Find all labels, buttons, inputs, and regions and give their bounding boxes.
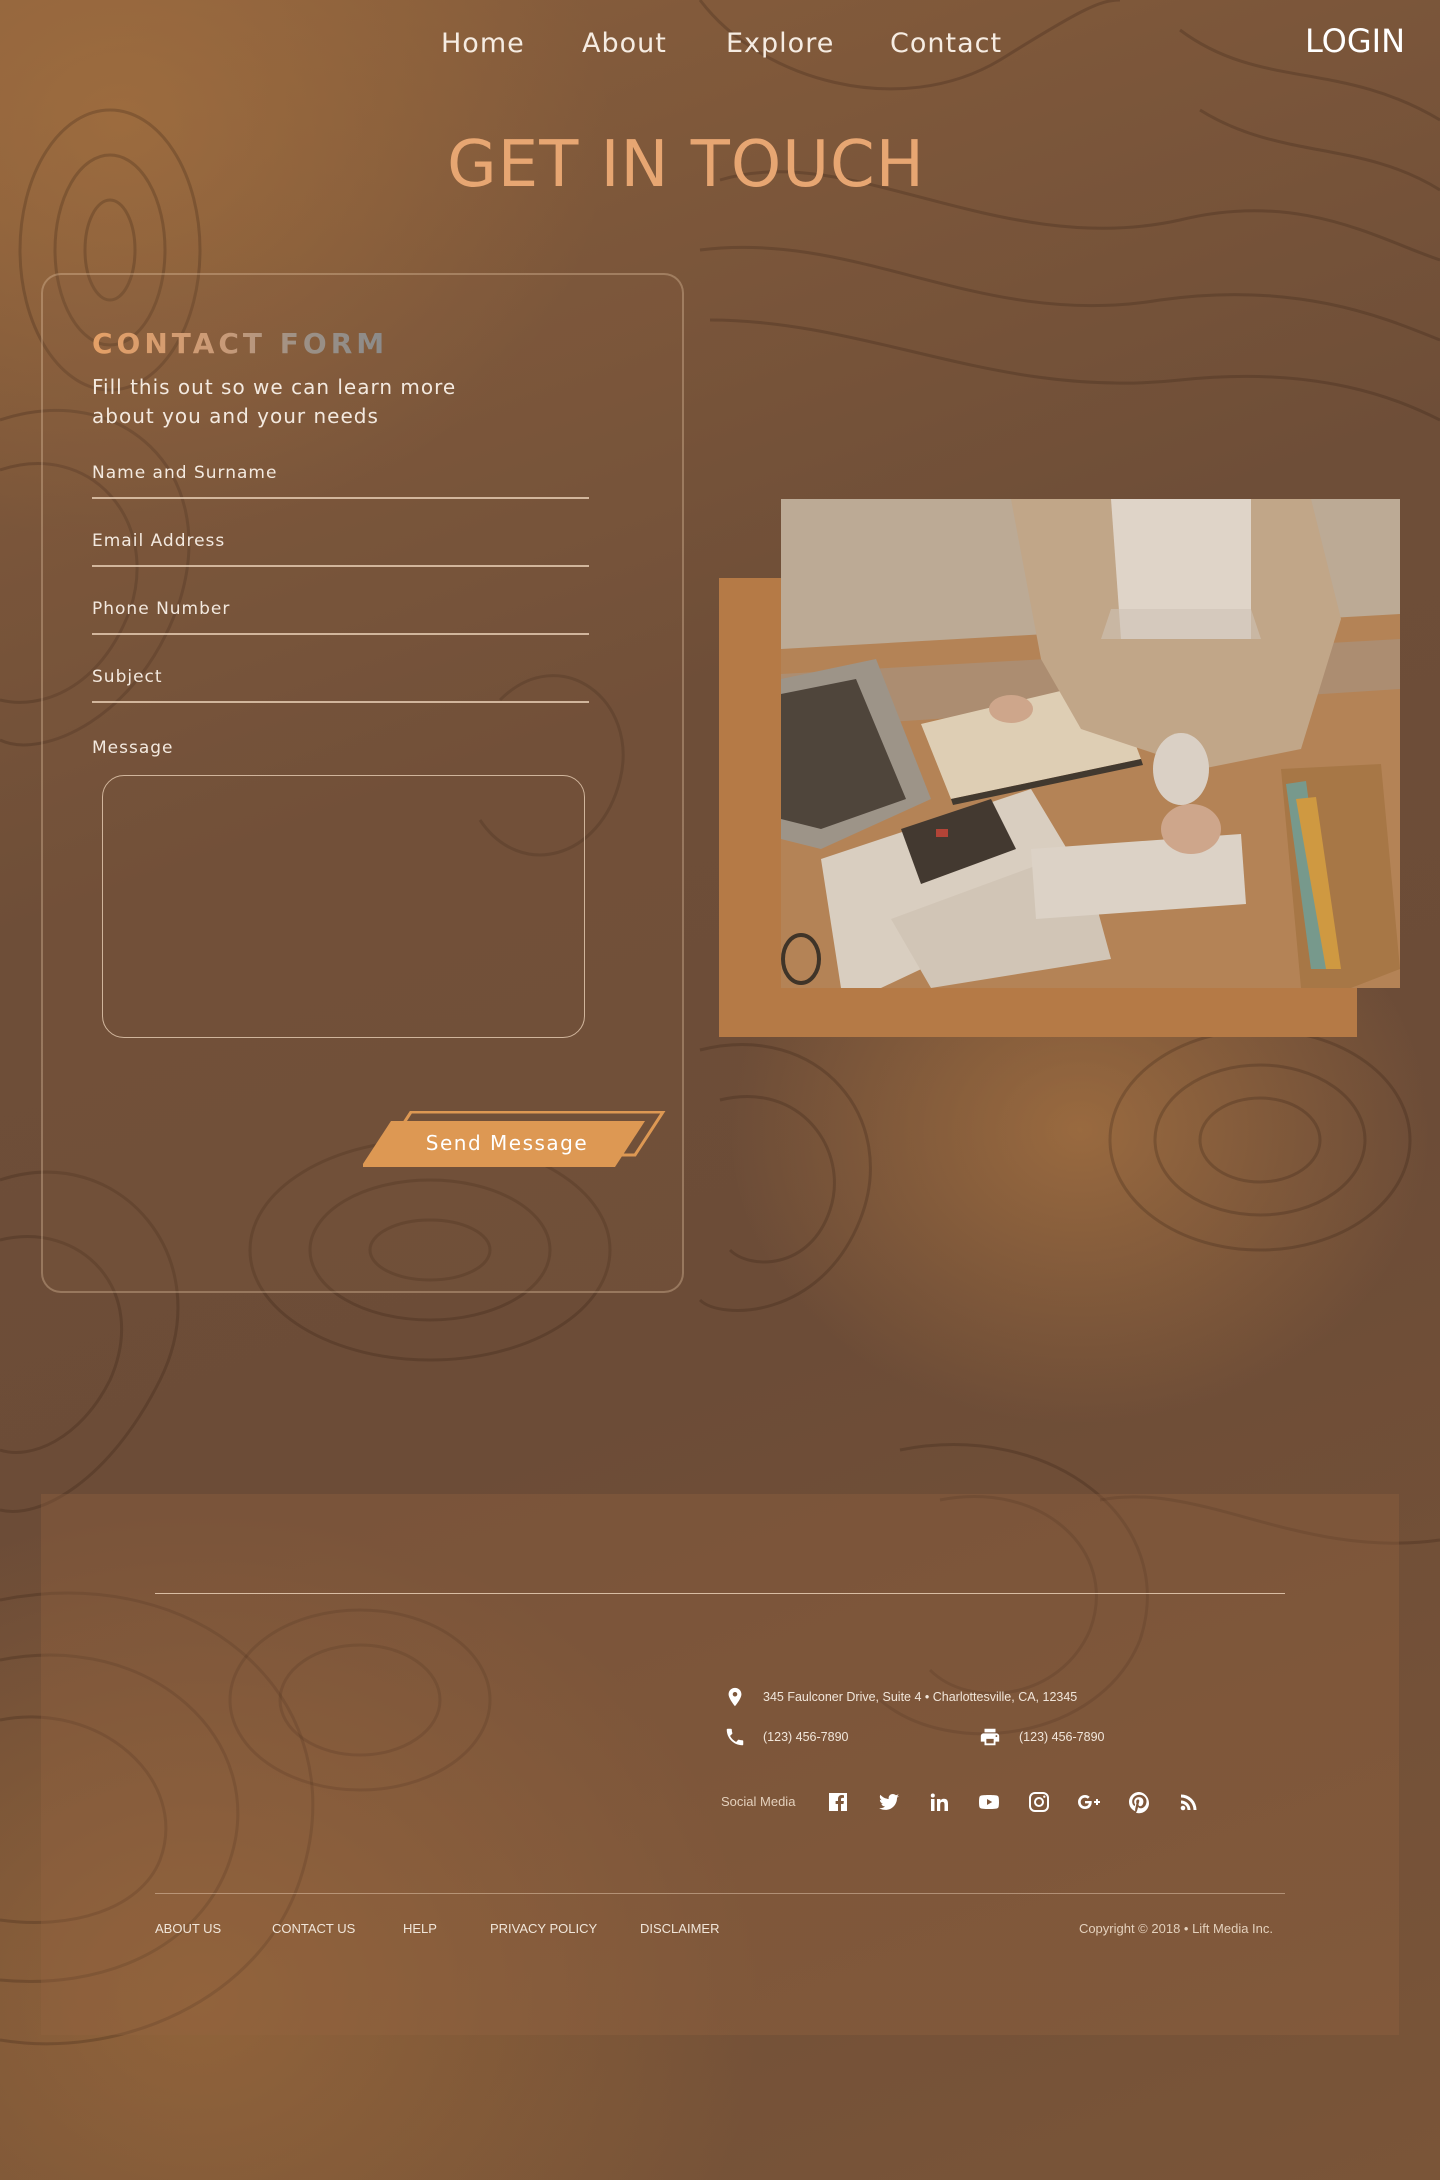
nav-explore[interactable]: Explore <box>726 28 834 59</box>
footer-bottom-divider <box>155 1893 1285 1894</box>
footer-phone: (123) 456-7890 <box>763 1730 849 1744</box>
printer-fax-icon <box>980 1728 1000 1746</box>
desk-scene-illustration <box>781 499 1400 988</box>
social-media-label: Social Media <box>721 1794 796 1809</box>
footer-address: 345 Faulconer Drive, Suite 4 • Charlotte… <box>763 1690 1078 1704</box>
footer-link-about-us[interactable]: ABOUT US <box>155 1921 221 1936</box>
email-field-label: Email Address <box>92 531 226 551</box>
phone-field-label: Phone Number <box>92 599 231 619</box>
rss-icon[interactable] <box>1177 1790 1201 1814</box>
facebook-icon[interactable] <box>826 1790 850 1814</box>
message-textarea[interactable] <box>102 775 585 1038</box>
name-field-label: Name and Surname <box>92 463 278 483</box>
location-pin-icon <box>728 1687 742 1707</box>
footer: 345 Faulconer Drive, Suite 4 • Charlotte… <box>41 1494 1399 2035</box>
footer-fax: (123) 456-7890 <box>1019 1730 1105 1744</box>
main-nav: Home About Explore Contact <box>0 28 1440 68</box>
login-link[interactable]: LOGIN <box>1305 22 1405 60</box>
phone-field[interactable]: Phone Number <box>92 593 589 635</box>
name-field[interactable]: Name and Surname <box>92 457 589 499</box>
linkedin-icon[interactable] <box>927 1790 951 1814</box>
nav-contact[interactable]: Contact <box>890 28 1002 59</box>
youtube-icon[interactable] <box>977 1790 1001 1814</box>
send-message-label: Send Message <box>425 1131 589 1155</box>
footer-link-privacy-policy[interactable]: PRIVACY POLICY <box>490 1921 597 1936</box>
subject-field[interactable]: Subject <box>92 661 589 703</box>
pinterest-icon[interactable] <box>1127 1790 1151 1814</box>
page-title: GET IN TOUCH <box>447 128 925 202</box>
nav-about[interactable]: About <box>582 28 667 59</box>
twitter-icon[interactable] <box>877 1790 901 1814</box>
footer-copyright: Copyright © 2018 • Lift Media Inc. <box>1078 1921 1273 1936</box>
contact-form-title: CONTACT FORM <box>92 327 389 360</box>
nav-home[interactable]: Home <box>441 28 525 59</box>
footer-link-disclaimer[interactable]: DISCLAIMER <box>640 1921 719 1936</box>
contact-form-subtitle: Fill this out so we can learn more about… <box>92 375 457 428</box>
contact-form-card: CONTACT FORM Fill this out so we can lea… <box>41 273 684 1293</box>
footer-link-help[interactable]: HELP <box>403 1921 437 1936</box>
send-message-button[interactable]: Send Message <box>361 1110 673 1181</box>
subject-field-label: Subject <box>92 667 163 687</box>
footer-top-divider <box>155 1593 1285 1594</box>
footer-link-contact-us[interactable]: CONTACT US <box>272 1921 355 1936</box>
email-field[interactable]: Email Address <box>92 525 589 567</box>
message-label: Message <box>92 738 174 758</box>
google-plus-icon[interactable] <box>1077 1790 1101 1814</box>
instagram-icon[interactable] <box>1027 1790 1051 1814</box>
office-photo <box>781 499 1400 988</box>
phone-icon <box>726 1728 744 1746</box>
